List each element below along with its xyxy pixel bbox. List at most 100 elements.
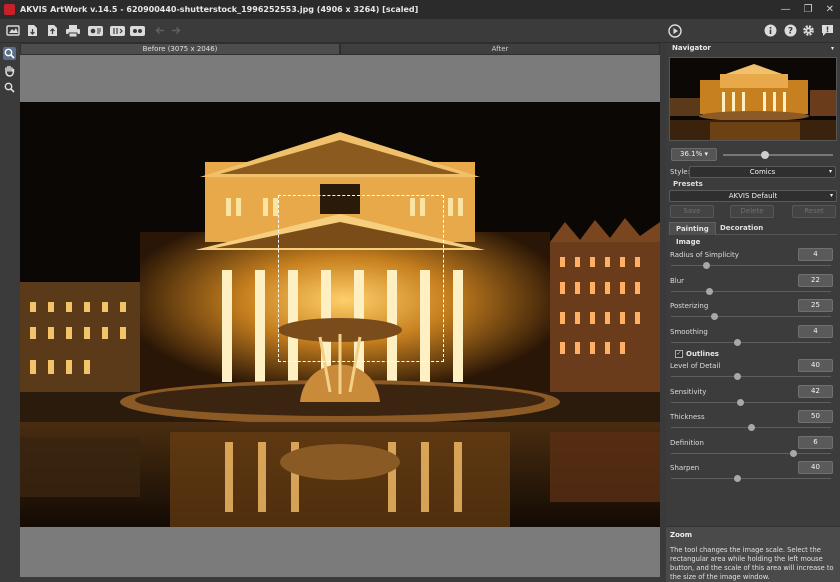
param-slider[interactable]	[671, 475, 831, 482]
param-label: Definition	[670, 438, 704, 447]
svg-text:?: ?	[788, 27, 793, 37]
param-slider-handle[interactable]	[736, 398, 744, 406]
batch-icon[interactable]	[88, 23, 103, 38]
zoom-selection-rectangle[interactable]	[278, 195, 444, 362]
param-value-field[interactable]: 50	[798, 410, 833, 423]
tab-after[interactable]: After	[340, 43, 660, 55]
param-smoothing: Smoothing 4	[669, 324, 837, 352]
tab-decoration[interactable]: Decoration	[714, 222, 769, 235]
param-slider[interactable]	[671, 398, 831, 406]
param-value-field[interactable]: 4	[798, 324, 833, 338]
tab-before[interactable]: Before (3075 x 2046)	[20, 43, 340, 55]
style-row: Style: Comics ▾	[669, 166, 837, 178]
param-value-field[interactable]: 25	[798, 299, 833, 312]
settings-icon[interactable]	[801, 23, 816, 38]
param-label: Sensitivity	[670, 387, 707, 396]
tab-painting[interactable]: Painting	[669, 222, 716, 235]
navigator-header: Navigator ▾	[666, 43, 840, 54]
reset-preset-button[interactable]: Reset	[792, 205, 836, 218]
param-slider-handle[interactable]	[733, 373, 741, 380]
save-preset-button[interactable]: Save	[670, 205, 714, 218]
param-value-field[interactable]: 22	[798, 273, 833, 287]
print-icon[interactable]	[65, 23, 80, 38]
param-slider-handle[interactable]	[711, 313, 719, 320]
help-title: Zoom	[670, 531, 692, 539]
undo-icon[interactable]	[152, 23, 167, 38]
preset-value: AKVIS Default	[728, 192, 778, 200]
view-tabs: Before (3075 x 2046) After	[20, 43, 660, 55]
tool-strip	[0, 43, 19, 582]
window-title: AKVIS ArtWork v.14.5 - 620900440-shutter…	[20, 5, 419, 14]
plugin-icon[interactable]	[110, 23, 125, 38]
help-panel: Zoom The tool changes the image scale. S…	[666, 526, 840, 582]
home-icon[interactable]	[5, 23, 20, 38]
param-radius-of-simplicity: Radius of Simplicity 4	[669, 248, 837, 275]
open-icon[interactable]	[25, 23, 40, 38]
param-thickness: Thickness 50	[669, 410, 837, 437]
param-value-field[interactable]: 4	[798, 248, 833, 261]
param-slider[interactable]	[671, 424, 831, 431]
outlines-checkbox[interactable]: ✓	[675, 350, 683, 358]
param-label: Smoothing	[670, 327, 708, 336]
help-icon[interactable]: ?	[783, 23, 798, 38]
maximize-button[interactable]: ❐	[804, 4, 813, 15]
param-posterizing: Posterizing 25	[669, 299, 837, 326]
param-label: Radius of Simplicity	[670, 251, 739, 259]
zoom-level-value: 36.1%	[680, 150, 703, 158]
notifications-icon[interactable]	[820, 23, 835, 38]
param-slider[interactable]	[671, 373, 831, 380]
presets-label: Presets	[673, 180, 703, 188]
navigator-thumbnail[interactable]	[669, 57, 837, 141]
param-slider-handle[interactable]	[733, 475, 741, 482]
zoom-tool-icon[interactable]	[3, 47, 16, 60]
image-canvas[interactable]	[20, 55, 660, 577]
hand-tool-icon[interactable]	[3, 64, 16, 77]
chevron-down-icon: ▾	[828, 168, 832, 175]
title-bar: AKVIS ArtWork v.14.5 - 620900440-shutter…	[0, 0, 840, 19]
param-slider-handle[interactable]	[733, 338, 741, 346]
close-button[interactable]: ✕	[826, 4, 834, 15]
info-icon[interactable]	[763, 23, 778, 38]
run-icon[interactable]	[667, 23, 682, 38]
param-slider-handle[interactable]	[789, 449, 797, 457]
param-slider-handle[interactable]	[703, 262, 711, 269]
window-controls: — ❐ ✕	[781, 0, 834, 19]
param-slider[interactable]	[671, 287, 831, 295]
param-label: Level of Detail	[670, 362, 721, 370]
image-section-title: Image	[676, 238, 701, 246]
param-value-field[interactable]: 40	[798, 359, 833, 372]
chevron-down-icon: ▾	[829, 192, 833, 199]
style-select[interactable]: Comics ▾	[689, 166, 836, 178]
style-label: Style:	[670, 168, 690, 176]
param-slider[interactable]	[671, 262, 831, 269]
zoom-level-dropdown[interactable]: 36.1% ▾	[671, 148, 717, 161]
param-slider[interactable]	[671, 313, 831, 320]
param-label: Thickness	[670, 413, 705, 421]
param-slider-handle[interactable]	[748, 424, 755, 431]
param-label: Sharpen	[670, 464, 700, 472]
param-level-of-detail: Level of Detail 40	[669, 359, 837, 386]
collapse-icon[interactable]: ▾	[831, 43, 834, 54]
save-icon[interactable]	[45, 23, 60, 38]
param-value-field[interactable]: 40	[798, 461, 833, 474]
param-value-field[interactable]: 6	[798, 435, 833, 449]
param-slider[interactable]	[671, 338, 831, 346]
zoom-slider[interactable]	[723, 151, 833, 159]
navigator-title: Navigator	[672, 44, 711, 52]
delete-preset-button[interactable]: Delete	[730, 205, 774, 218]
param-label: Blur	[670, 276, 685, 285]
param-definition: Definition 6	[669, 435, 837, 463]
param-value-field[interactable]: 42	[798, 384, 833, 398]
param-slider[interactable]	[671, 449, 831, 457]
param-slider-handle[interactable]	[706, 287, 714, 295]
param-sharpen: Sharpen 40	[669, 461, 837, 488]
param-blur: Blur 22	[669, 273, 837, 301]
share-icon[interactable]	[130, 23, 145, 38]
outlines-section-title: Outlines	[686, 350, 719, 358]
preset-select[interactable]: AKVIS Default ▾	[669, 190, 837, 202]
magnifier-tool-icon[interactable]	[3, 81, 16, 94]
minimize-button[interactable]: —	[781, 4, 791, 15]
settings-panel: Navigator ▾ 36.1% ▾ Style: Comics ▾ Pres…	[666, 43, 840, 582]
zoom-slider-handle[interactable]	[760, 151, 769, 159]
redo-icon[interactable]	[168, 23, 183, 38]
